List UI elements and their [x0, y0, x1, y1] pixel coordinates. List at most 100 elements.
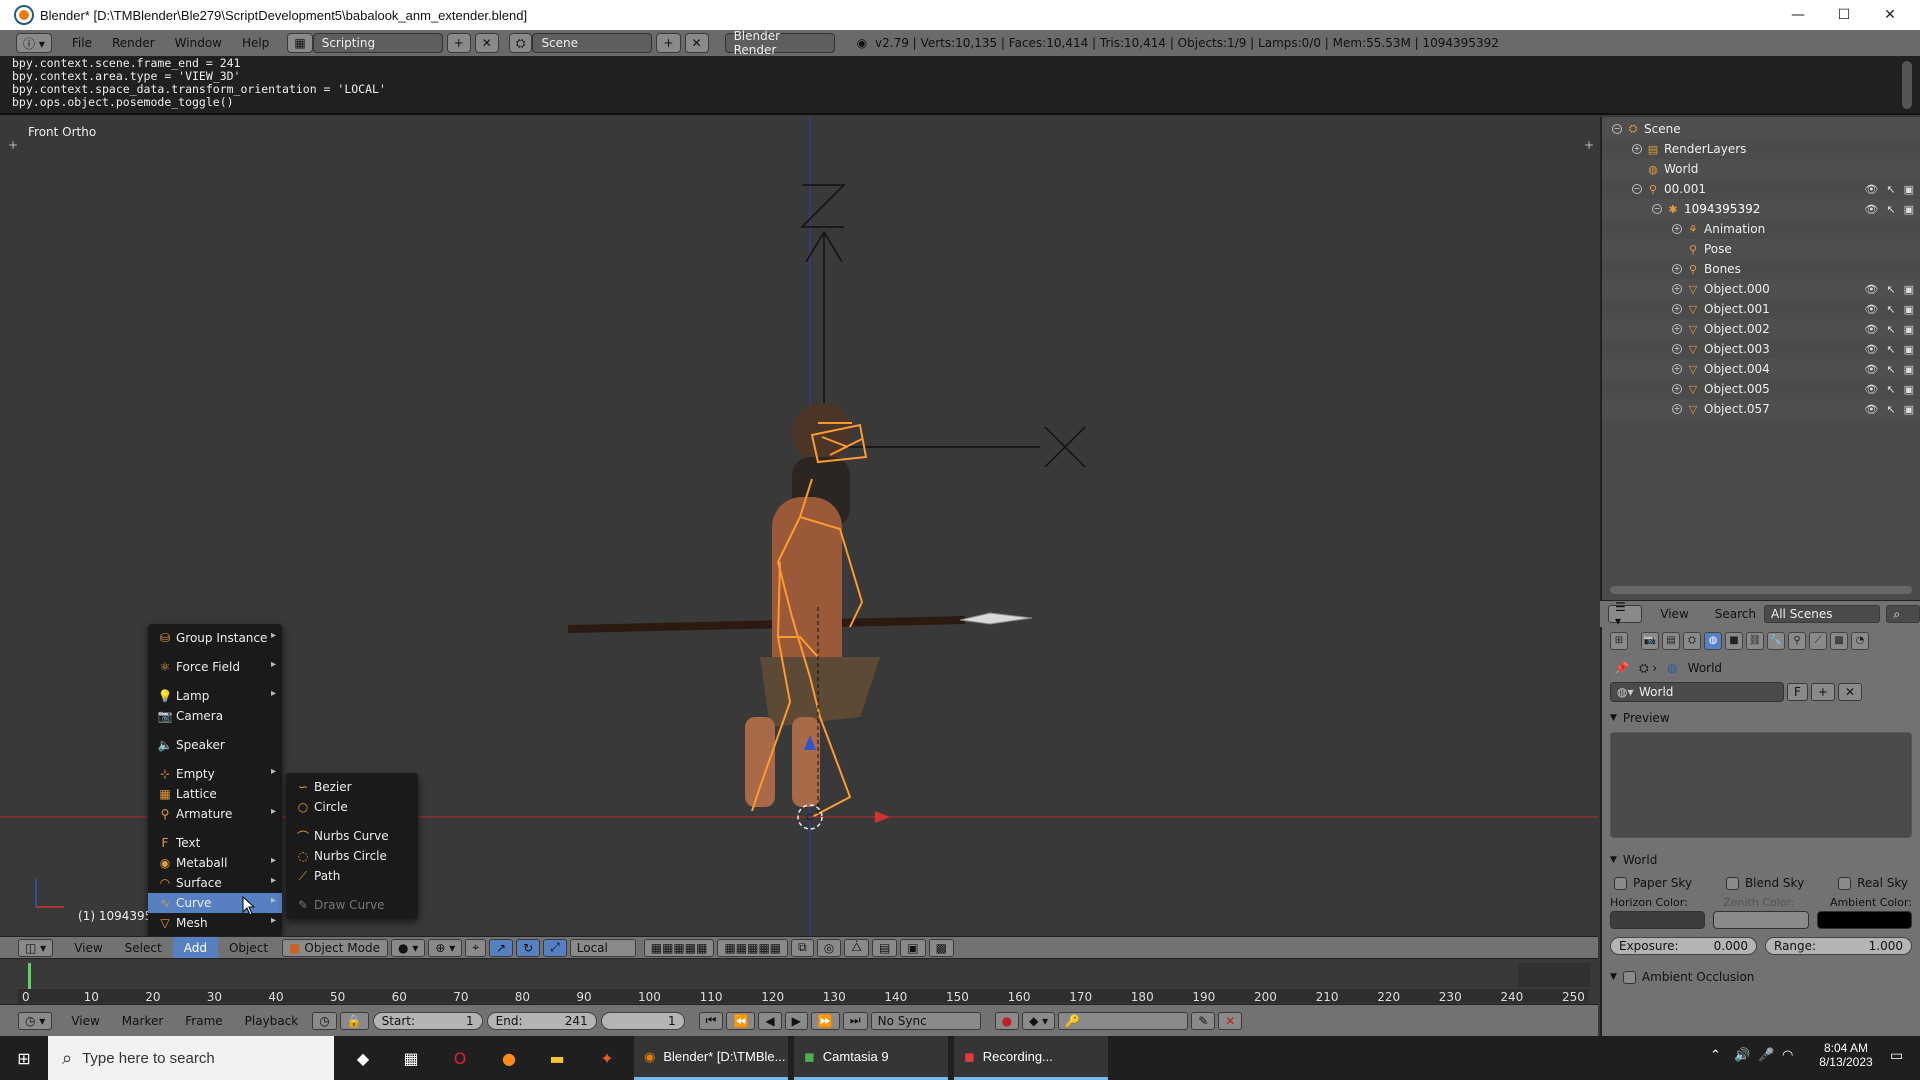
proportional-edit-icon[interactable]: ◎ [816, 938, 842, 957]
expand-toggle-icon[interactable]: + [1672, 344, 1682, 354]
scene-icon[interactable]: ⛭ [508, 33, 533, 53]
render-preview-icon[interactable]: ▣ [900, 938, 926, 957]
timeline[interactable]: 0 10 20 30 40 50 60 70 80 90 100 110 120 130 140 150 160… [0, 958, 1598, 1004]
expand-toggle-icon[interactable]: + [1672, 284, 1682, 294]
editor-type-timeline-button[interactable]: ◷ ▾ [18, 1011, 53, 1030]
windows-start-icon[interactable]: ⊞ [13, 1047, 35, 1069]
render-anim-icon[interactable]: ▩ [928, 938, 954, 957]
scale-manipulator-icon[interactable]: ⤢ [543, 938, 567, 957]
constraints-tab-icon[interactable]: ⛓ [1746, 631, 1764, 650]
select-arrow-icon[interactable]: ↖ [1886, 403, 1895, 416]
3d-viewport[interactable]: + + Front Ortho (1) 10943953 ⛁ Group Inst… [0, 117, 1598, 936]
menu-item-lattice[interactable]: ▦ Lattice [148, 784, 282, 804]
render-icon[interactable]: ▣ [1904, 303, 1914, 316]
alienware-icon[interactable]: ◆ [352, 1047, 374, 1069]
scene-tab-icon[interactable]: ⛭ [1683, 631, 1701, 650]
layers-grid-right[interactable]: ▦▦▦▦▦ [717, 938, 789, 957]
interaction-mode-select[interactable]: ■ Object Mode [282, 938, 389, 957]
remove-layout-icon[interactable]: ✕ [474, 33, 499, 53]
ao-panel-header[interactable]: ▼ Ambient Occlusion [1610, 967, 1912, 987]
snap-element-icon[interactable]: ▤ [871, 938, 898, 957]
display-mode-select[interactable]: All Scenes [1764, 605, 1881, 623]
render-icon[interactable]: ▣ [1904, 383, 1914, 396]
prev-keyframe-icon[interactable]: ⏪ [726, 1011, 756, 1030]
outliner-row-bones[interactable]: + ⚲ Bones [1602, 259, 1920, 279]
outliner[interactable]: − ⛭ Scene + ▤ RenderLayers ◍ World − ⚲ 00.001 👁 ↖ ▣ − ✱… [1600, 117, 1920, 600]
menu-timeline-view[interactable]: View [60, 1014, 110, 1028]
menu-item-nurbs-circle[interactable]: ◌ Nurbs Circle [286, 846, 418, 866]
expand-toggle-icon[interactable]: + [1672, 324, 1682, 334]
world-name-field[interactable]: ◍▾ World [1610, 682, 1784, 702]
menu-item-force-field[interactable]: ⚛ Force Field ▸ [148, 657, 282, 677]
select-arrow-icon[interactable]: ↖ [1886, 383, 1895, 396]
menu-add[interactable]: Add [172, 936, 218, 959]
paper-sky-checkbox[interactable]: Paper Sky [1614, 876, 1692, 890]
ambient-color-swatch[interactable] [1816, 911, 1912, 929]
outliner-row-renderlayers[interactable]: + ▤ RenderLayers [1602, 139, 1920, 159]
pin-icon[interactable]: 📌 [1614, 661, 1629, 675]
new-world-icon[interactable]: + [1810, 683, 1835, 701]
microphone-icon[interactable]: 🎤 [1758, 1048, 1774, 1063]
world-browse-icon[interactable]: ◍▾ [1617, 685, 1634, 699]
layers-grid-left[interactable]: ▦▦▦▦▦ [643, 938, 715, 957]
data-tab-icon[interactable]: ⚲ [1788, 631, 1806, 650]
menu-item-circle[interactable]: ○ Circle [286, 797, 418, 817]
menu-item-surface[interactable]: ◠ Surface ▸ [148, 873, 282, 893]
outliner-row-object-004[interactable]: + ▽ Object.004 👁 ↖ ▣ [1602, 359, 1920, 379]
outliner-row-world[interactable]: ◍ World [1602, 159, 1920, 179]
render-tab-icon[interactable]: 📷 [1641, 631, 1659, 650]
outliner-row-pose[interactable]: ⚲ Pose [1602, 239, 1920, 259]
outliner-row-00-001[interactable]: − ⚲ 00.001 👁 ↖ ▣ [1602, 179, 1920, 199]
collapse-toggle-icon[interactable]: − [1612, 124, 1622, 134]
layout-icon[interactable]: ▦ [287, 33, 313, 53]
active-keying-set-field[interactable]: 🔑 [1058, 1011, 1189, 1030]
menu-item-lamp[interactable]: 💡 Lamp ▸ [148, 686, 282, 706]
scene-field[interactable]: Scene [532, 33, 653, 53]
keying-set-icon[interactable]: ◆ ▾ [1022, 1011, 1056, 1030]
eye-icon[interactable]: 👁 [1864, 383, 1878, 396]
expand-toggle-icon[interactable]: + [1672, 404, 1682, 414]
play-reverse-icon[interactable]: ◀ [758, 1011, 782, 1030]
menu-item-nurbs-curve[interactable]: ⌒ Nurbs Curve [286, 826, 418, 846]
select-arrow-icon[interactable]: ↖ [1886, 303, 1895, 316]
preview-range-icon[interactable]: ◷ [312, 1011, 337, 1030]
horizon-color-swatch[interactable] [1610, 911, 1706, 929]
outliner-search-icon[interactable]: ⌕ [1886, 605, 1920, 623]
render-engine-select[interactable]: Blender Render [724, 29, 835, 57]
blend-sky-checkbox[interactable]: Blend Sky [1725, 876, 1804, 890]
menu-window[interactable]: Window [165, 36, 232, 50]
delete-keyframe-icon[interactable]: ✕ [1218, 1011, 1243, 1030]
render-icon[interactable]: ▣ [1904, 323, 1914, 336]
taskbar-camtasia[interactable]: ◼ Camtasia 9 [794, 1036, 948, 1080]
fake-user-button[interactable]: F [1787, 683, 1808, 701]
select-arrow-icon[interactable]: ↖ [1886, 183, 1895, 196]
render-icon[interactable]: ▣ [1904, 183, 1914, 196]
add-layout-icon[interactable]: + [446, 33, 471, 53]
expand-toggle-icon[interactable]: + [1672, 264, 1682, 274]
opera-icon[interactable]: O [449, 1047, 471, 1069]
viewport-shading-button[interactable]: ● ▾ [391, 938, 426, 957]
menu-item-group-instance[interactable]: ⛁ Group Instance ▸ [148, 628, 282, 648]
exposure-field[interactable]: Exposure: 0.000 [1610, 937, 1757, 955]
bone-tab-icon[interactable]: ⟋ [1809, 631, 1827, 650]
outliner-row-scene[interactable]: − ⛭ Scene [1602, 119, 1920, 139]
jump-start-icon[interactable]: ⏮ [698, 1011, 724, 1030]
expand-toggle-icon[interactable]: + [1672, 304, 1682, 314]
outliner-row-object-005[interactable]: + ▽ Object.005 👁 ↖ ▣ [1602, 379, 1920, 399]
lock-time-icon[interactable]: 🔒 [339, 1011, 369, 1030]
taskbar-clock[interactable]: 8:04 AM 8/13/2023 [1808, 1041, 1884, 1069]
eye-icon[interactable]: 👁 [1864, 283, 1878, 296]
texture-tab-icon[interactable]: ▩ [1830, 631, 1848, 650]
volume-icon[interactable]: 🔊 [1734, 1048, 1750, 1063]
maximize-button[interactable]: ☐ [1821, 0, 1867, 30]
outliner-row-object-001[interactable]: + ▽ Object.001 👁 ↖ ▣ [1602, 299, 1920, 319]
select-arrow-icon[interactable]: ↖ [1886, 343, 1895, 356]
editor-type-3d-button[interactable]: ◫ ▾ [18, 938, 54, 957]
play-icon[interactable]: ▶ [784, 1011, 808, 1030]
menu-item-path[interactable]: ⟋ Path [286, 866, 418, 886]
render-icon[interactable]: ▣ [1904, 203, 1914, 216]
menu-object[interactable]: Object [218, 941, 279, 955]
menu-item-empty[interactable]: ⊹ Empty ▸ [148, 764, 282, 784]
jump-end-icon[interactable]: ⏭ [842, 1011, 868, 1030]
screen-layout-field[interactable]: Scripting [312, 33, 443, 53]
